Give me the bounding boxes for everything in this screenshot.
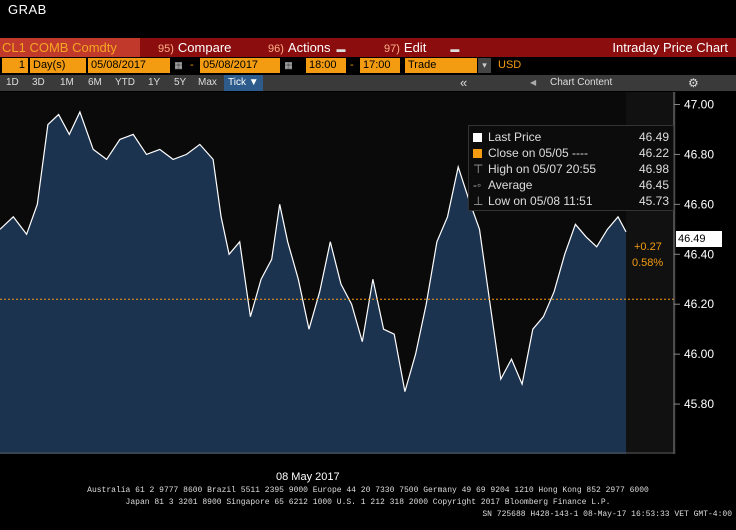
start-calendar-icon[interactable]: ▦ [172, 58, 185, 73]
range-6m[interactable]: 6M [88, 75, 102, 91]
legend-high: ⊤ High on 05/07 20:55 46.98 [473, 161, 669, 177]
legend-high-value: 46.98 [638, 162, 669, 176]
y-tick-label: 47.00 [684, 97, 714, 111]
range-3d[interactable]: 3D [32, 75, 45, 91]
change-percent: 0.58% [632, 257, 664, 269]
close-swatch [473, 149, 482, 158]
legend-last-price-label: Last Price [488, 130, 542, 144]
window-title: GRAB [8, 2, 47, 17]
legend-close-label: Close on 05/05 ---- [488, 146, 589, 160]
chart-type-title: Intraday Price Chart [612, 40, 728, 55]
market-field-select[interactable]: Trade [405, 58, 477, 73]
legend-low: ⊥ Low on 05/08 11:51 45.73 [473, 193, 669, 209]
last-price-tag: 46.49 [676, 231, 722, 247]
period-unit-field[interactable]: Day(s) [30, 58, 86, 73]
range-1y[interactable]: 1Y [148, 75, 160, 91]
y-tick-label: 46.00 [684, 347, 714, 361]
y-tick-label: 46.80 [684, 147, 714, 161]
actions-button[interactable]: 96) Actions ▬ [268, 38, 346, 57]
period-count-field[interactable]: 1 [2, 58, 28, 73]
start-time-field[interactable]: 18:00 [306, 58, 346, 73]
edit-dropdown-icon: ▬ [450, 44, 460, 54]
high-marker-icon: ⊤ [473, 162, 484, 176]
settings-row: 1 Day(s) 05/08/2017 ▦ - 05/08/2017 ▦ 18:… [0, 57, 736, 74]
y-tick-label: 46.20 [684, 297, 714, 311]
ticker-field[interactable]: CL1 COMB Comdty [0, 38, 140, 57]
y-tick-label: 46.40 [684, 247, 714, 261]
legend-average-label: Average [488, 178, 533, 192]
average-marker-icon: -◦ [473, 178, 482, 192]
legend-last-price-value: 46.49 [638, 130, 669, 144]
last-price-swatch [473, 133, 482, 142]
y-tick-label: 45.80 [684, 397, 714, 411]
compare-button[interactable]: 95) Compare [158, 38, 231, 57]
gear-icon[interactable]: ⚙ [688, 75, 699, 91]
chart-content-button[interactable]: Chart Content [550, 75, 612, 91]
edit-label: Edit [403, 40, 427, 55]
end-date-field[interactable]: 05/08/2017 [200, 58, 280, 73]
footer-contacts-1: Australia 61 2 9777 8600 Brazil 5511 239… [87, 486, 649, 495]
edit-button[interactable]: 97) Edit ▬ [384, 38, 459, 57]
chart-legend[interactable]: Last Price 46.49 Close on 05/05 ---- 46.… [468, 125, 674, 211]
y-tick-label: 46.60 [684, 197, 714, 211]
edit-number: 97) [384, 43, 400, 55]
compare-label: Compare [177, 40, 232, 55]
date-separator: - [190, 59, 194, 71]
market-dropdown-icon[interactable]: ▾ [478, 58, 491, 73]
actions-number: 96) [268, 43, 284, 55]
chart-content-left-icon: ◀ [530, 78, 537, 87]
range-1d[interactable]: 1D [6, 75, 19, 91]
footer-serial: SN 725688 H428-143-1 08-May-17 16:53:33 … [482, 510, 732, 519]
range-1m[interactable]: 1M [60, 75, 74, 91]
legend-average-value: 46.45 [638, 178, 669, 192]
legend-low-value: 45.73 [638, 194, 669, 208]
legend-close: Close on 05/05 ---- 46.22 [473, 145, 669, 161]
collapse-icon[interactable]: « [460, 75, 467, 91]
legend-low-label: Low on 05/08 11:51 [488, 194, 593, 208]
compare-number: 95) [158, 43, 174, 55]
range-5y[interactable]: 5Y [174, 75, 186, 91]
actions-dropdown-icon: ▬ [336, 44, 346, 54]
currency-label[interactable]: USD [498, 58, 521, 73]
footer-contacts-2: Japan 81 3 3201 8900 Singapore 65 6212 1… [125, 498, 611, 507]
start-date-field[interactable]: 05/08/2017 [88, 58, 170, 73]
legend-last-price: Last Price 46.49 [473, 129, 669, 145]
range-toolbar: 1D 3D 1M 6M YTD 1Y 5Y Max Tick ▼ « ◀ Cha… [0, 75, 736, 91]
actions-label: Actions [287, 40, 331, 55]
function-bar: CL1 COMB Comdty 95) Compare 96) Actions ▬ 9… [0, 38, 736, 57]
time-separator: - [350, 59, 354, 71]
legend-close-value: 46.22 [638, 146, 669, 160]
date-label: 08 May 2017 [276, 471, 340, 483]
legend-average: -◦ Average 46.45 [473, 177, 669, 193]
tick-dropdown-button[interactable]: Tick ▼ [224, 75, 263, 91]
end-time-field[interactable]: 17:00 [360, 58, 400, 73]
change-absolute: +0.27 [634, 241, 662, 253]
range-max[interactable]: Max [198, 75, 217, 91]
end-calendar-icon[interactable]: ▦ [282, 58, 295, 73]
low-marker-icon: ⊥ [473, 194, 484, 208]
legend-high-label: High on 05/07 20:55 [488, 162, 597, 176]
range-ytd[interactable]: YTD [115, 75, 135, 91]
